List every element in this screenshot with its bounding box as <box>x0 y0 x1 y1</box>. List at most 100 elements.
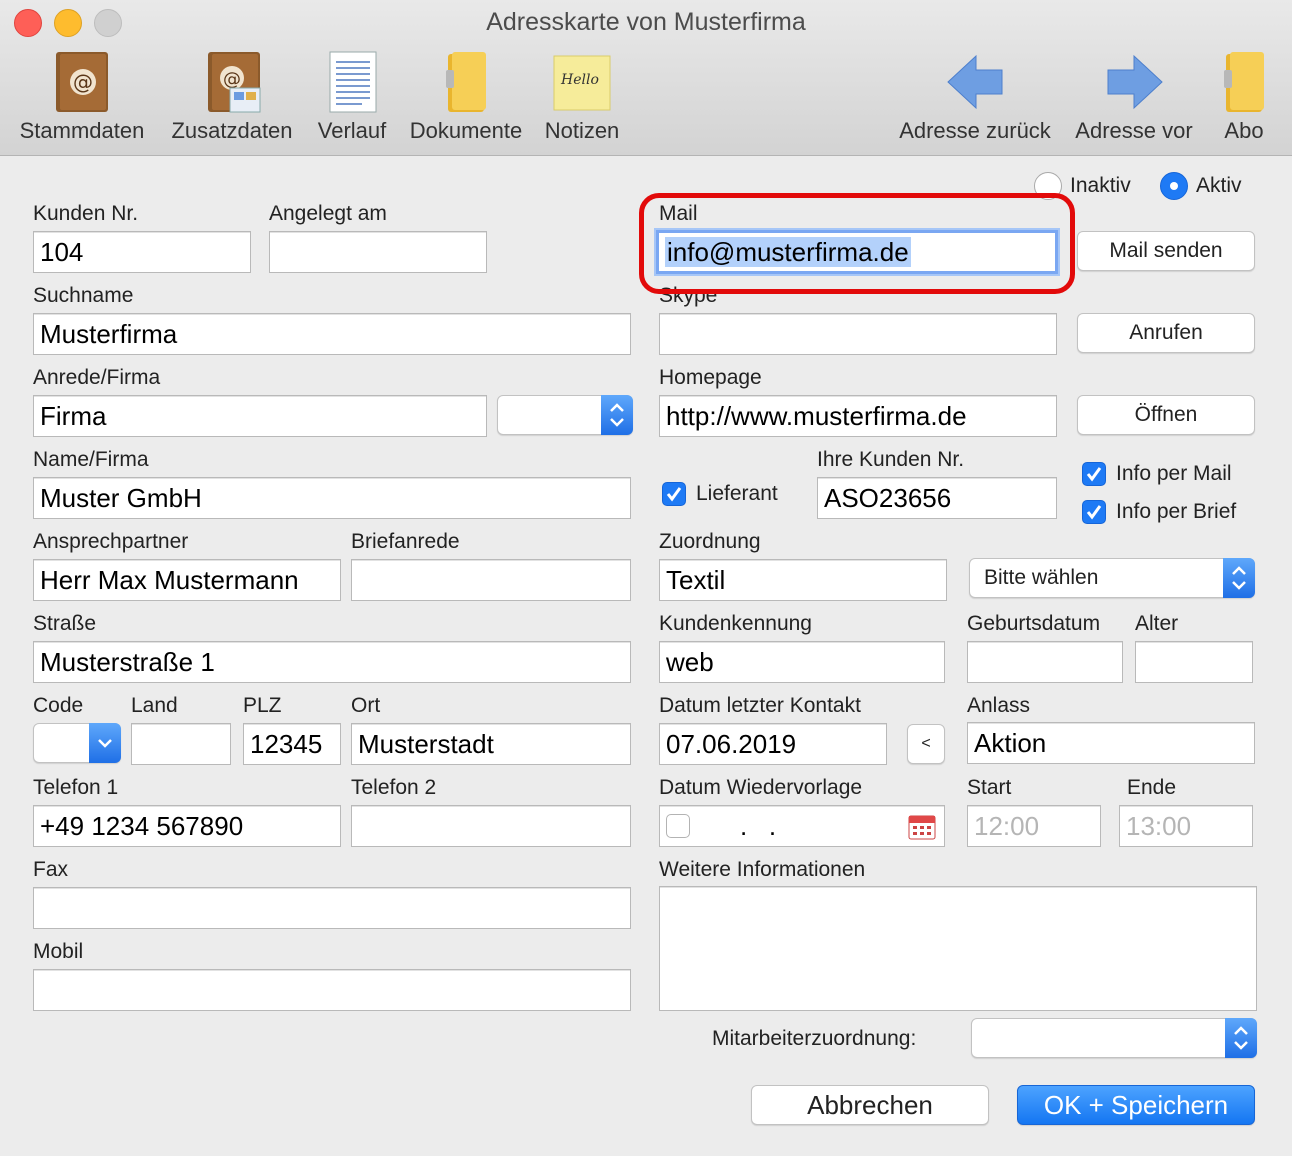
toolbar-stammdaten[interactable]: @ Stammdaten <box>14 48 150 148</box>
fax-field[interactable] <box>33 887 631 929</box>
toolbar-adresse-vor[interactable]: Adresse vor <box>1068 48 1200 148</box>
tel2-field[interactable] <box>351 805 631 847</box>
zuordnung-field[interactable]: Textil <box>659 559 947 601</box>
suchname-field[interactable]: Musterfirma <box>33 313 631 355</box>
info-brief-label: Info per Brief <box>1116 500 1237 523</box>
oeffnen-button[interactable]: Öffnen <box>1077 395 1255 435</box>
kontakt-today-button[interactable]: < <box>907 724 945 764</box>
arrow-right-icon <box>1107 54 1163 110</box>
land-field[interactable] <box>131 723 231 765</box>
updown-chevron-icon <box>601 395 633 435</box>
updown-chevron-icon <box>1223 558 1255 598</box>
toolbar-notizen[interactable]: Hello Notizen <box>538 48 626 148</box>
kundenkennung-label: Kundenkennung <box>659 612 812 635</box>
kunden-nr-label: Kunden Nr. <box>33 202 139 225</box>
toolbar-verlauf[interactable]: Verlauf <box>310 48 394 148</box>
plz-field[interactable]: 12345 <box>243 723 341 765</box>
toolbar-dokumente-label: Dokumente <box>409 118 523 143</box>
wiedervorlage-checkbox[interactable] <box>666 814 690 838</box>
ansprech-field[interactable]: Herr Max Mustermann <box>33 559 341 601</box>
start-label: Start <box>967 776 1012 799</box>
radio-aktiv[interactable] <box>1160 172 1188 200</box>
toolbar-abo[interactable]: Abo <box>1212 48 1276 148</box>
toolbar-stammdaten-label: Stammdaten <box>19 118 145 143</box>
zuordnung-label: Zuordnung <box>659 530 761 553</box>
angelegt-field[interactable] <box>269 231 487 273</box>
ort-field[interactable]: Musterstadt <box>351 723 631 765</box>
chevron-down-icon <box>89 723 121 763</box>
checkmark-icon <box>666 487 682 502</box>
window-titlebar: Adresskarte von Musterfirma @ Stammdaten… <box>0 0 1292 156</box>
updown-chevron-icon <box>1225 1018 1257 1058</box>
checkmark-icon <box>1086 467 1102 482</box>
geburtsdatum-field[interactable] <box>967 641 1123 683</box>
toolbar-zusatzdaten[interactable]: @ Zusatzdaten <box>164 48 300 148</box>
skype-label: Skype <box>659 284 718 307</box>
mail-field[interactable]: info@musterfirma.de <box>656 230 1058 274</box>
zuordnung-select[interactable]: Bitte wählen <box>969 558 1255 598</box>
tel1-field[interactable]: +49 1234 567890 <box>33 805 341 847</box>
briefanrede-label: Briefanrede <box>351 530 460 553</box>
toolbar-dokumente[interactable]: Dokumente <box>404 48 528 148</box>
mobil-field[interactable] <box>33 969 631 1011</box>
wiedervorlage-field[interactable]: . . <box>659 805 945 847</box>
svg-text:Hello: Hello <box>560 72 599 88</box>
info-brief-checkbox[interactable] <box>1082 500 1106 524</box>
letzter-kontakt-label: Datum letzter Kontakt <box>659 694 861 717</box>
address-book-icon: @ <box>56 52 108 112</box>
kunden-nr-field[interactable]: 104 <box>33 231 251 273</box>
zuordnung-select-value: Bitte wählen <box>984 566 1099 589</box>
suchname-label: Suchname <box>33 284 134 307</box>
abbrechen-button[interactable]: Abbrechen <box>751 1085 989 1125</box>
radio-inaktiv-label: Inaktiv <box>1070 174 1131 197</box>
toolbar-abo-label: Abo <box>1224 118 1264 143</box>
info-mail-checkbox[interactable] <box>1082 462 1106 486</box>
info-mail-label: Info per Mail <box>1116 462 1232 485</box>
anlass-field[interactable]: Aktion <box>967 722 1255 764</box>
briefanrede-field[interactable] <box>351 559 631 601</box>
mitarbeiter-select[interactable] <box>971 1018 1257 1058</box>
alter-label: Alter <box>1135 612 1179 635</box>
folder-abo-icon <box>1224 52 1264 112</box>
strasse-field[interactable]: Musterstraße 1 <box>33 641 631 683</box>
plz-label: PLZ <box>243 694 282 717</box>
alter-field[interactable] <box>1135 641 1253 683</box>
anrede-select[interactable] <box>497 395 633 435</box>
fax-label: Fax <box>33 858 69 881</box>
toolbar-zusatzdaten-label: Zusatzdaten <box>171 118 293 143</box>
mail-field-value: info@musterfirma.de <box>665 237 911 267</box>
arrow-left-icon <box>947 54 1003 110</box>
ihre-kunden-field[interactable]: ASO23656 <box>817 477 1057 519</box>
strasse-label: Straße <box>33 612 97 635</box>
toolbar-adresse-zurueck[interactable]: Adresse zurück <box>892 48 1058 148</box>
window-title: Adresskarte von Musterfirma <box>486 8 806 36</box>
lieferant-checkbox[interactable] <box>662 482 686 506</box>
ok-speichern-button[interactable]: OK + Speichern <box>1017 1085 1255 1125</box>
anrufen-button[interactable]: Anrufen <box>1077 313 1255 353</box>
ihre-kunden-label: Ihre Kunden Nr. <box>817 448 965 471</box>
weitere-textarea[interactable] <box>659 886 1257 1011</box>
start-field[interactable]: 12:00 <box>967 805 1101 847</box>
checkmark-icon <box>1086 505 1102 520</box>
kundenkennung-field[interactable]: web <box>659 641 945 683</box>
toolbar-notizen-label: Notizen <box>544 118 620 143</box>
calendar-icon[interactable] <box>908 812 936 840</box>
tel2-label: Telefon 2 <box>351 776 437 799</box>
ansprech-label: Ansprechpartner <box>33 530 189 553</box>
wiedervorlage-label: Datum Wiedervorlage <box>659 776 863 799</box>
homepage-field[interactable]: http://www.musterfirma.de <box>659 395 1057 437</box>
angelegt-label: Angelegt am <box>269 202 387 225</box>
letzter-kontakt-field[interactable]: 07.06.2019 <box>659 723 887 765</box>
anrede-field[interactable]: Firma <box>33 395 487 437</box>
ende-field[interactable]: 13:00 <box>1119 805 1253 847</box>
mail-senden-button[interactable]: Mail senden <box>1077 231 1255 271</box>
wiedervorlage-value: . . <box>740 811 777 841</box>
skype-field[interactable] <box>659 313 1057 355</box>
address-book-extra-icon: @ <box>208 52 261 113</box>
code-select[interactable] <box>33 723 121 763</box>
name-field[interactable]: Muster GmbH <box>33 477 631 519</box>
radio-inaktiv[interactable] <box>1034 172 1062 200</box>
anrede-label: Anrede/Firma <box>33 366 161 389</box>
homepage-label: Homepage <box>659 366 762 389</box>
code-label: Code <box>33 694 84 717</box>
